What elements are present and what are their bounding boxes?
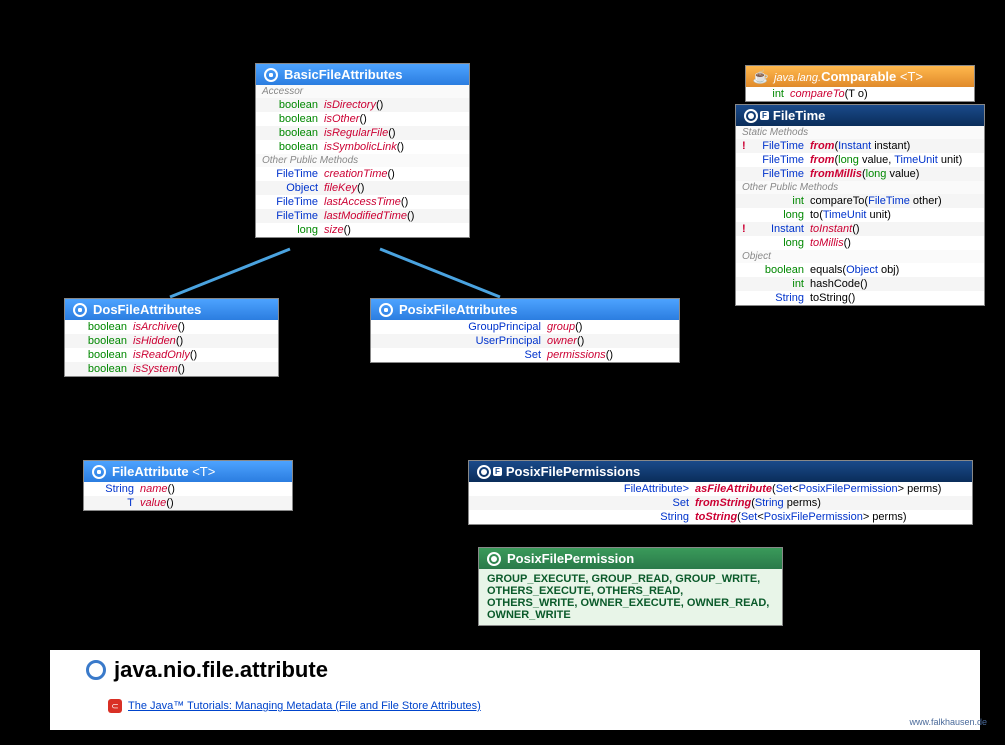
member-row: intcompareTo (FileTime other) bbox=[736, 194, 984, 208]
section-label: Other Public Methods bbox=[256, 154, 469, 167]
member-row: Tvalue () bbox=[84, 496, 292, 510]
box-title: FileTime bbox=[773, 108, 826, 123]
interface-icon bbox=[73, 303, 87, 317]
member-row: StringtoString (Set<PosixFilePermission>… bbox=[469, 510, 972, 524]
member-row: !InstanttoInstant () bbox=[736, 222, 984, 236]
interface-icon bbox=[379, 303, 393, 317]
member-row: intcompareTo (T o) bbox=[746, 87, 974, 101]
member-row: longto (TimeUnit unit) bbox=[736, 208, 984, 222]
tutorial-link[interactable]: The Java™ Tutorials: Managing Metadata (… bbox=[128, 700, 481, 712]
package-name: java.nio.file.attribute bbox=[114, 657, 328, 683]
member-row: booleanisSymbolicLink () bbox=[256, 140, 469, 154]
box-title: FileAttribute <T> bbox=[112, 464, 215, 479]
member-row: GroupPrincipalgroup () bbox=[371, 320, 679, 334]
class-box-file-attribute: FileAttribute <T> Stringname ()Tvalue () bbox=[83, 460, 293, 511]
class-box-posix-file-permission: PosixFilePermission GROUP_EXECUTE, GROUP… bbox=[478, 547, 783, 626]
box-title: PosixFilePermissions bbox=[506, 464, 640, 479]
enum-values: GROUP_EXECUTE, GROUP_READ, GROUP_WRITE, … bbox=[479, 569, 782, 625]
section-label: Object bbox=[736, 250, 984, 263]
member-row: FileTimecreationTime () bbox=[256, 167, 469, 181]
member-row: Stringname () bbox=[84, 482, 292, 496]
member-row: booleanisReadOnly () bbox=[65, 348, 278, 362]
member-row: UserPrincipalowner () bbox=[371, 334, 679, 348]
member-row: FileTimefromMillis (long value) bbox=[736, 167, 984, 181]
interface-icon bbox=[92, 465, 106, 479]
member-row: inthashCode () bbox=[736, 277, 984, 291]
member-row: booleanequals (Object obj) bbox=[736, 263, 984, 277]
member-row: FileTimefrom (long value, TimeUnit unit) bbox=[736, 153, 984, 167]
member-row: FileTimelastAccessTime () bbox=[256, 195, 469, 209]
box-title: PosixFilePermission bbox=[507, 551, 634, 566]
oracle-icon: ⊂ bbox=[108, 699, 122, 713]
member-row: StringtoString () bbox=[736, 291, 984, 305]
member-row: longtoMillis () bbox=[736, 236, 984, 250]
box-header: FileAttribute <T> bbox=[84, 461, 292, 482]
class-icon bbox=[744, 109, 758, 123]
member-row: booleanisOther () bbox=[256, 112, 469, 126]
member-row: longsize () bbox=[256, 223, 469, 237]
section-label: Accessor bbox=[256, 85, 469, 98]
credit: www.falkhausen.de bbox=[909, 717, 987, 727]
interface-icon bbox=[264, 68, 278, 82]
member-row: FileAttribute>asFileAttribute (Set<Posix… bbox=[469, 482, 972, 496]
member-row: FileTimelastModifiedTime () bbox=[256, 209, 469, 223]
box-header: BasicFileAttributes bbox=[256, 64, 469, 85]
member-row: SetfromString (String perms) bbox=[469, 496, 972, 510]
box-title: PosixFileAttributes bbox=[399, 302, 517, 317]
member-row: booleanisSystem () bbox=[65, 362, 278, 376]
enum-icon bbox=[487, 552, 501, 566]
member-row: booleanisArchive () bbox=[65, 320, 278, 334]
final-badge: F bbox=[493, 467, 502, 476]
box-header: DosFileAttributes bbox=[65, 299, 278, 320]
cup-icon: ☕ bbox=[754, 70, 768, 84]
box-title: DosFileAttributes bbox=[93, 302, 201, 317]
class-box-comparable: ☕ java.lang.Comparable <T> intcompareTo … bbox=[745, 65, 975, 102]
member-row: !FileTimefrom (Instant instant) bbox=[736, 139, 984, 153]
final-badge: F bbox=[760, 111, 769, 120]
tutorial-link-row: ⊂ The Java™ Tutorials: Managing Metadata… bbox=[108, 699, 481, 713]
member-row: Setpermissions () bbox=[371, 348, 679, 362]
box-header: PosixFileAttributes bbox=[371, 299, 679, 320]
package-title: java.nio.file.attribute bbox=[86, 657, 328, 683]
box-title: BasicFileAttributes bbox=[284, 67, 402, 82]
member-row: booleanisRegularFile () bbox=[256, 126, 469, 140]
section-label: Static Methods bbox=[736, 126, 984, 139]
box-title: java.lang.Comparable <T> bbox=[774, 69, 923, 84]
box-header: F PosixFilePermissions bbox=[469, 461, 972, 482]
class-icon bbox=[477, 465, 491, 479]
class-box-dos-file-attributes: DosFileAttributes booleanisArchive ()boo… bbox=[64, 298, 279, 377]
member-row: booleanisDirectory () bbox=[256, 98, 469, 112]
box-header: ☕ java.lang.Comparable <T> bbox=[746, 66, 974, 87]
class-box-basic-file-attributes: BasicFileAttributes AccessorbooleanisDir… bbox=[255, 63, 470, 238]
member-row: ObjectfileKey () bbox=[256, 181, 469, 195]
box-header: F FileTime bbox=[736, 105, 984, 126]
class-box-file-time: F FileTime Static Methods!FileTimefrom (… bbox=[735, 104, 985, 306]
section-label: Other Public Methods bbox=[736, 181, 984, 194]
box-header: PosixFilePermission bbox=[479, 548, 782, 569]
class-box-posix-file-permissions: F PosixFilePermissions FileAttribute>asF… bbox=[468, 460, 973, 525]
class-box-posix-file-attributes: PosixFileAttributes GroupPrincipalgroup … bbox=[370, 298, 680, 363]
package-icon bbox=[86, 660, 106, 680]
member-row: booleanisHidden () bbox=[65, 334, 278, 348]
